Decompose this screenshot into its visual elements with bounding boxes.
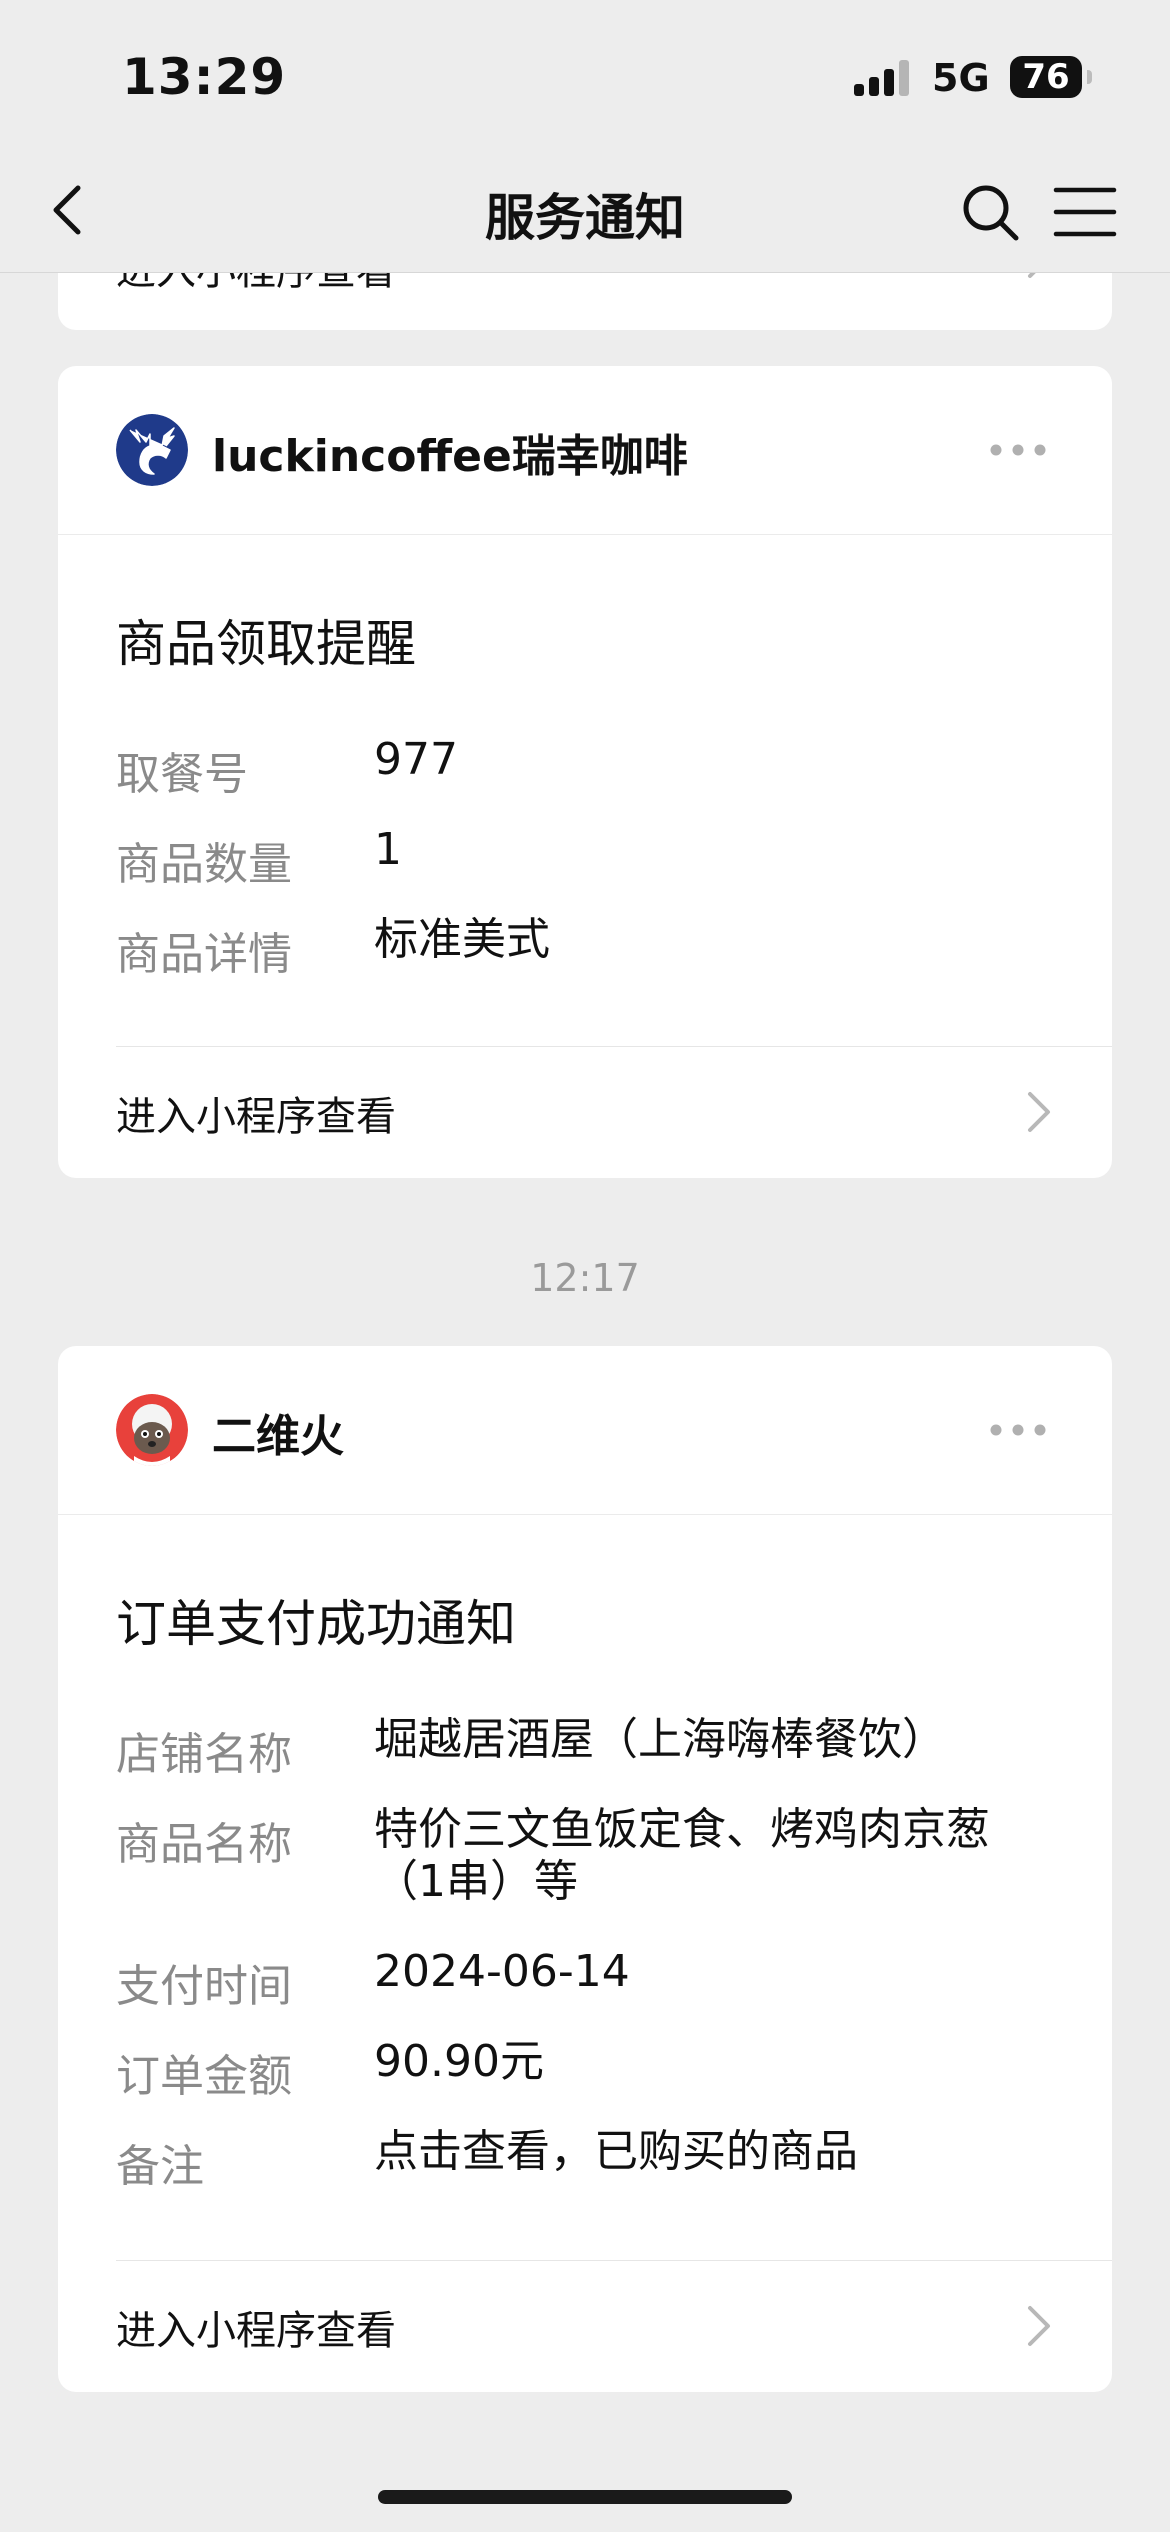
row-label: 订单金额 <box>116 2051 292 2102</box>
message-timestamp: 12:17 <box>530 1256 640 1300</box>
row-label: 取餐号 <box>116 749 248 800</box>
notification-list: 进入小程序查看 luckincoffee瑞幸咖啡 商品领取提醒 取餐号 977 … <box>0 0 1170 2532</box>
row-value: 90.90元 <box>374 2036 544 2087</box>
luckin-deer-logo-icon[interactable] <box>116 414 188 486</box>
card-header: luckincoffee瑞幸咖啡 <box>58 366 1112 535</box>
notification-card-luckin[interactable]: luckincoffee瑞幸咖啡 商品领取提醒 取餐号 977 商品数量 1 商… <box>58 366 1112 1178</box>
row-label: 店铺名称 <box>116 1729 292 1780</box>
row-label: 备注 <box>116 2141 204 2192</box>
row-value: 977 <box>374 734 458 785</box>
row-label: 支付时间 <box>116 1961 292 2012</box>
chevron-right-icon <box>1028 2306 1050 2346</box>
more-options-icon[interactable] <box>990 1424 1046 1436</box>
row-value: 堀越居酒屋（上海嗨棒餐饮） <box>374 1714 946 1765</box>
divider <box>116 2260 1112 2261</box>
chevron-right-icon <box>1028 1092 1050 1132</box>
menu-icon[interactable] <box>1050 180 1120 244</box>
home-indicator[interactable] <box>378 2490 792 2504</box>
card-title: 订单支付成功通知 <box>116 1595 516 1653</box>
row-value: 2024-06-14 <box>374 1946 630 1997</box>
sender-name[interactable]: 二维火 <box>212 1400 344 1464</box>
row-value: 标准美式 <box>374 914 550 965</box>
card-header: 二维火 <box>58 1346 1112 1515</box>
status-time: 13:29 <box>122 48 287 106</box>
row-label: 商品名称 <box>116 1819 292 1870</box>
open-mini-program-link[interactable]: 进入小程序查看 <box>116 2298 396 2356</box>
row-value: 点击查看，已购买的商品 <box>374 2126 858 2177</box>
sender-name[interactable]: luckincoffee瑞幸咖啡 <box>212 420 688 484</box>
row-value: 1 <box>374 824 402 875</box>
row-value: 特价三文鱼饭定食、烤鸡肉京葱（1串）等 <box>374 1804 990 1907</box>
search-icon[interactable] <box>958 180 1022 244</box>
card-title: 商品领取提醒 <box>116 615 416 673</box>
more-options-icon[interactable] <box>990 444 1046 456</box>
fire-mascot-avatar-icon[interactable] <box>116 1394 188 1466</box>
cellular-signal-icon <box>854 60 914 96</box>
battery-level: 76 <box>1022 57 1070 97</box>
row-label: 商品数量 <box>116 839 292 890</box>
network-type: 5G <box>932 56 990 100</box>
navigation-bar: 服务通知 <box>0 150 1170 273</box>
open-mini-program-link[interactable]: 进入小程序查看 <box>116 1084 396 1142</box>
status-bar: 13:29 5G 76 <box>0 0 1170 150</box>
divider <box>116 1046 1112 1047</box>
row-label: 商品详情 <box>116 929 292 980</box>
notification-card-2dfire[interactable]: 二维火 订单支付成功通知 店铺名称 堀越居酒屋（上海嗨棒餐饮） 商品名称 特价三… <box>58 1346 1112 2392</box>
battery-icon: 76 <box>1010 56 1092 98</box>
